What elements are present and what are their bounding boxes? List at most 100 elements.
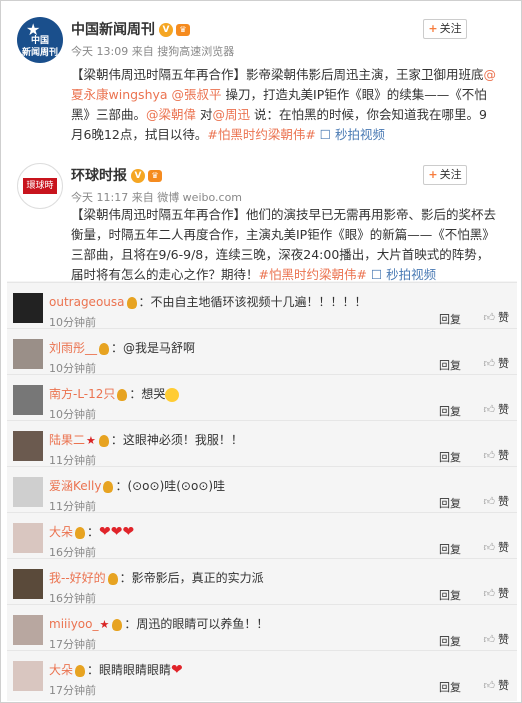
reply-button[interactable]: 回复 bbox=[439, 633, 461, 649]
comment-row: 刘雨彤__ ：@我是马舒啊 10分钟前 回复 👍︎ 赞 bbox=[7, 328, 517, 380]
weibo-screenshot: ★ 中国 新闻周刊 中国新闻周刊 V ♛ 今天 13:09 来自 搜狗高速浏览器 +… bbox=[0, 0, 522, 703]
comment-username[interactable]: 陆果二 bbox=[49, 433, 85, 447]
comment-username[interactable]: 大朵 bbox=[49, 663, 73, 677]
like-button[interactable]: 👍︎ 赞 bbox=[484, 493, 510, 509]
heart-icon: ❤ bbox=[110, 524, 123, 540]
post-username[interactable]: 环球时报 V ♛ bbox=[71, 165, 162, 185]
follow-button[interactable]: + 关注 bbox=[423, 165, 467, 185]
heart-icon: ❤ bbox=[122, 524, 135, 540]
comment-username[interactable]: 我--好好的 bbox=[49, 571, 106, 585]
plus-icon: + bbox=[428, 22, 438, 35]
comment-text: ：周迅的眼睛可以养鱼！！ bbox=[124, 617, 269, 631]
post-text: 【梁朝伟周迅时隔五年再合作】影帝梁朝伟影后周迅主演，王家卫御用班底@夏永康win… bbox=[71, 65, 499, 145]
reply-button[interactable]: 回复 bbox=[439, 495, 461, 511]
reply-button[interactable]: 回复 bbox=[439, 587, 461, 603]
comment-row: 大朵 ：❤❤❤ 16分钟前 回复 👍︎ 赞 bbox=[7, 512, 517, 564]
thumbs-up-icon: 👍︎ bbox=[483, 679, 496, 692]
medal-icon bbox=[99, 342, 110, 355]
comment-row: miiiyoo_★ ：周迅的眼睛可以养鱼！！ 17分钟前 回复 👍︎ 赞 bbox=[7, 604, 517, 656]
post-globaltimes: 環球時報 环球时报 V ♛ 今天 11:17 来自 微博 weibo.com + 关注… bbox=[1, 147, 522, 282]
reply-button[interactable]: 回复 bbox=[439, 403, 461, 419]
avatar[interactable] bbox=[13, 339, 43, 369]
like-button[interactable]: 👍︎ 赞 bbox=[484, 309, 510, 325]
vip-icon: ♛ bbox=[176, 24, 190, 36]
avatar[interactable] bbox=[13, 523, 43, 553]
avatar[interactable] bbox=[13, 661, 43, 691]
mention-link[interactable]: #怕黑时约梁朝伟# bbox=[207, 127, 315, 142]
comment-username[interactable]: 刘雨彤__ bbox=[49, 341, 97, 355]
reply-button[interactable]: 回复 bbox=[439, 541, 461, 557]
follow-label: 关注 bbox=[439, 168, 462, 181]
avatar[interactable] bbox=[13, 569, 43, 599]
post-username[interactable]: 中国新闻周刊 V ♛ bbox=[71, 19, 190, 39]
thumbs-up-icon: 👍︎ bbox=[483, 449, 496, 462]
avatar[interactable] bbox=[13, 615, 43, 645]
avatar-text: 新闻周刊 bbox=[21, 48, 58, 58]
comment-text: ：(⊙ο⊙)哇(⊙ο⊙)哇 bbox=[115, 479, 226, 493]
comment-username[interactable]: 南方-L-12只 bbox=[49, 387, 115, 401]
comment-text: ：不由自主地循环该视频十几遍！！！！！ bbox=[138, 295, 367, 309]
like-label: 赞 bbox=[498, 357, 509, 370]
comment-row: 我--好好的 ：影帝影后，真正的实力派 16分钟前 回复 👍︎ 赞 bbox=[7, 558, 517, 610]
thumbs-up-icon: 👍︎ bbox=[483, 587, 496, 600]
avatar[interactable] bbox=[13, 431, 43, 461]
comment-line: 我--好好的 ：影帝影后，真正的实力派 bbox=[49, 569, 264, 586]
mention-link[interactable]: @周迅 bbox=[213, 107, 251, 122]
follow-button[interactable]: + 关注 bbox=[423, 19, 467, 39]
comment-time: 17分钟前 bbox=[49, 684, 96, 697]
vip-icon: ♛ bbox=[148, 170, 162, 182]
comment-text: ：想哭 bbox=[129, 387, 166, 401]
comment-username[interactable]: 爱涵Kelly bbox=[49, 479, 101, 493]
video-link[interactable]: ☐ 秒拍视频 bbox=[320, 127, 385, 142]
reply-button[interactable]: 回复 bbox=[439, 311, 461, 327]
verified-icon: V bbox=[159, 23, 173, 37]
mention-link[interactable]: @梁朝偉 bbox=[146, 107, 196, 122]
thumbs-up-icon: 👍︎ bbox=[483, 403, 496, 416]
comment-line: outrageousa ：不由自主地循环该视频十几遍！！！！！ bbox=[49, 293, 367, 310]
like-button[interactable]: 👍︎ 赞 bbox=[484, 585, 510, 601]
verified-icon: V bbox=[131, 169, 145, 183]
video-link[interactable]: ☐ 秒拍视频 bbox=[371, 267, 436, 282]
heart-icon: ❤ bbox=[99, 524, 111, 540]
avatar-chinanewsweek[interactable]: ★ 中国 新闻周刊 bbox=[17, 17, 63, 63]
avatar-globaltimes[interactable]: 環球時報 bbox=[17, 163, 63, 209]
like-label: 赞 bbox=[498, 541, 509, 554]
post-chinanewsweek: ★ 中国 新闻周刊 中国新闻周刊 V ♛ 今天 13:09 来自 搜狗高速浏览器 +… bbox=[1, 1, 522, 147]
post-meta: 今天 13:09 来自 搜狗高速浏览器 bbox=[71, 45, 235, 58]
comment-username[interactable]: miiiyoo_ bbox=[49, 617, 98, 631]
comment-username[interactable]: 大朵 bbox=[49, 525, 73, 539]
reply-button[interactable]: 回复 bbox=[439, 449, 461, 465]
avatar[interactable] bbox=[13, 293, 43, 323]
like-label: 赞 bbox=[498, 495, 509, 508]
reply-button[interactable]: 回复 bbox=[439, 357, 461, 373]
medal-icon bbox=[117, 388, 128, 401]
like-button[interactable]: 👍︎ 赞 bbox=[484, 631, 510, 647]
comment-text: ：这眼神必须！我服！！ bbox=[110, 433, 243, 447]
mention-link[interactable]: #怕黑时约梁朝伟# bbox=[259, 267, 367, 282]
like-button[interactable]: 👍︎ 赞 bbox=[484, 539, 510, 555]
avatar[interactable] bbox=[13, 385, 43, 415]
medal-icon bbox=[103, 480, 114, 493]
medal-icon bbox=[107, 572, 118, 585]
comment-username[interactable]: outrageousa bbox=[49, 295, 125, 309]
reply-button[interactable]: 回复 bbox=[439, 679, 461, 695]
mention-link[interactable]: @張叔平 bbox=[172, 87, 222, 102]
comment-line: 大朵 ：眼睛眼睛眼睛❤ bbox=[49, 661, 183, 678]
medal-icon bbox=[75, 526, 86, 539]
like-button[interactable]: 👍︎ 赞 bbox=[484, 355, 510, 371]
like-label: 赞 bbox=[498, 679, 509, 692]
flag-icon: ★ bbox=[86, 434, 96, 447]
like-label: 赞 bbox=[498, 311, 509, 324]
username-label[interactable]: 环球时报 bbox=[71, 168, 127, 184]
avatar[interactable] bbox=[13, 477, 43, 507]
like-button[interactable]: 👍︎ 赞 bbox=[484, 677, 510, 693]
like-button[interactable]: 👍︎ 赞 bbox=[484, 447, 510, 463]
thumbs-up-icon: 👍︎ bbox=[483, 633, 496, 646]
like-label: 赞 bbox=[498, 449, 509, 462]
username-label[interactable]: 中国新闻周刊 bbox=[71, 22, 155, 38]
like-label: 赞 bbox=[498, 633, 509, 646]
like-button[interactable]: 👍︎ 赞 bbox=[484, 401, 510, 417]
comment-row: 陆果二★ ：这眼神必须！我服！！ 11分钟前 回复 👍︎ 赞 bbox=[7, 420, 517, 472]
comment-text: ：@我是马舒啊 bbox=[111, 341, 196, 355]
thumbs-up-icon: 👍︎ bbox=[483, 357, 496, 370]
